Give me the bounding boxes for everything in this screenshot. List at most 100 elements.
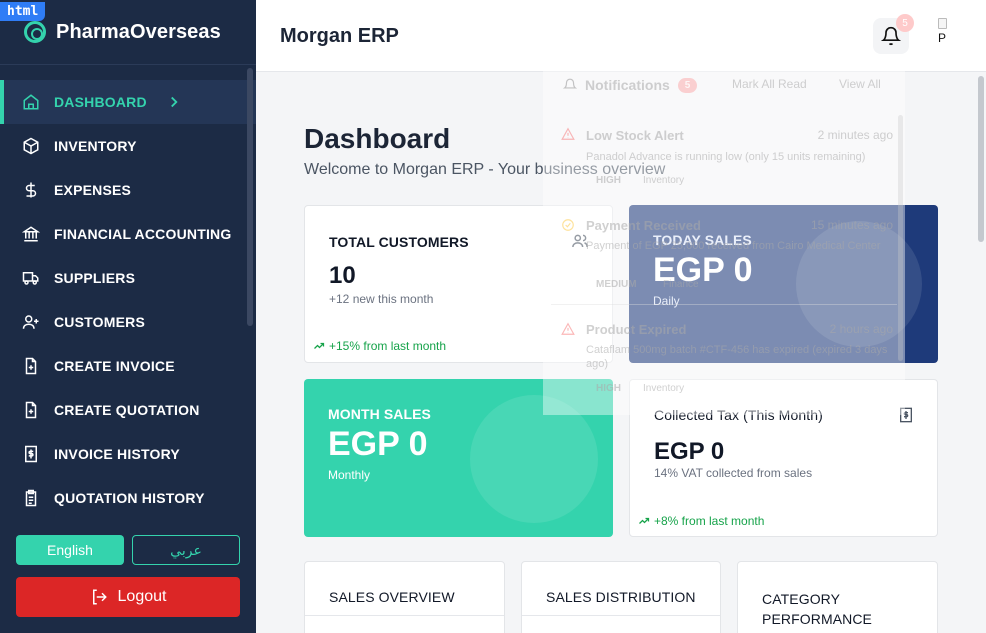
sidebar-scrollbar[interactable] — [247, 68, 253, 326]
logout-label: Logout — [117, 588, 167, 605]
notification-title: Product Expired — [586, 322, 687, 337]
sidebar-item-label: CREATE INVOICE — [54, 358, 175, 374]
card-label: TOTAL CUSTOMERS — [329, 234, 469, 250]
sidebar-item-label: CUSTOMERS — [54, 314, 145, 330]
sidebar-nav: DASHBOARD INVENTORY EXPENSES FINANCIAL A… — [0, 80, 256, 520]
user-plus-icon — [22, 315, 39, 329]
app-title: Morgan ERP — [280, 25, 399, 47]
file-plus-icon — [25, 357, 37, 375]
card-label: MONTH SALES — [328, 406, 431, 422]
card-subtext: 14% VAT collected from sales — [654, 466, 813, 480]
receipt-icon — [25, 445, 37, 463]
view-all-link[interactable]: View All — [839, 77, 881, 91]
notification-category: Inventory — [643, 175, 685, 186]
truck-icon — [22, 272, 39, 285]
notification-priority: HIGH — [596, 175, 621, 186]
avatar-alt-text: P — [938, 31, 947, 45]
notification-count-badge: 5 — [896, 14, 914, 32]
warning-icon — [561, 322, 575, 335]
card-subtext: +12 new this month — [329, 292, 434, 306]
logout-button[interactable]: Logout — [16, 577, 240, 617]
notifications-header: Notifications 5 — [563, 77, 698, 93]
notification-priority: HIGH — [596, 383, 621, 394]
sidebar-item-customers[interactable]: CUSTOMERS — [0, 300, 256, 344]
notification-message: Panadol Advance is running low (only 15 … — [586, 151, 866, 163]
sidebar-item-label: EXPENSES — [54, 182, 132, 198]
sidebar-item-label: FINANCIAL ACCOUNTING — [54, 226, 232, 242]
language-arabic-button[interactable]: عربي — [132, 535, 240, 565]
panel-title: CATEGORY PERFORMANCE — [762, 591, 872, 627]
trend: +8% from last month — [638, 514, 764, 528]
panel-title: SALES OVERVIEW — [329, 589, 455, 605]
sales-distribution-panel: SALES DISTRIBUTION — [521, 561, 721, 633]
box-icon — [23, 137, 39, 155]
sidebar-item-expenses[interactable]: EXPENSES — [0, 168, 256, 212]
chevron-right-icon — [170, 96, 178, 108]
notification-time: 2 minutes ago — [817, 128, 893, 142]
html-badge: html — [0, 2, 46, 21]
card-subtext: Monthly — [328, 468, 371, 482]
sidebar-item-label: INVENTORY — [54, 138, 137, 154]
bank-icon — [22, 226, 40, 242]
card-value: EGP 0 — [654, 438, 725, 465]
notification-category: Finance — [663, 279, 699, 290]
trending-up-icon — [314, 342, 325, 349]
sidebar-item-label: DASHBOARD — [54, 94, 147, 110]
notification-title: Payment Received — [586, 218, 701, 233]
notification-message: Cataflam 500mg batch #CTF-456 has expire… — [586, 344, 888, 370]
trend-text: +8% from last month — [654, 514, 765, 528]
card-value: EGP 0 — [328, 425, 428, 463]
broken-image-icon — [938, 18, 947, 29]
trending-up-icon — [639, 517, 650, 524]
check-circle-icon — [562, 219, 574, 231]
sidebar-item-inventory[interactable]: INVENTORY — [0, 124, 256, 168]
brand-logo-icon — [24, 21, 46, 43]
sidebar-item-quotation-history[interactable]: QUOTATION HISTORY — [0, 476, 256, 520]
sidebar-item-create-quotation[interactable]: CREATE QUOTATION — [0, 388, 256, 432]
clipboard-icon — [25, 489, 37, 507]
sidebar-item-invoice-history[interactable]: INVOICE HISTORY — [0, 432, 256, 476]
dollar-icon — [25, 182, 37, 198]
brand[interactable]: PharmaOverseas — [24, 18, 221, 46]
mark-all-read-link[interactable]: Mark All Read — [732, 77, 807, 91]
sidebar-item-financial-accounting[interactable]: FINANCIAL ACCOUNTING — [0, 212, 256, 256]
notification-item[interactable]: Product Expired 2 hours ago Cataflam 500… — [543, 320, 905, 400]
language-english-button[interactable]: English — [16, 535, 124, 565]
notification-item[interactable]: Low Stock Alert 2 minutes ago Panadol Ad… — [543, 125, 905, 195]
home-icon — [23, 94, 39, 110]
notification-item[interactable]: Payment Received 15 minutes ago Payment … — [543, 216, 905, 305]
notification-title: Low Stock Alert — [586, 128, 684, 143]
notification-message: Payment of EGP 25,000 received from Cair… — [586, 240, 881, 252]
card-value: 10 — [329, 262, 356, 289]
file-plus-icon — [25, 401, 37, 419]
notifications-title: Notifications — [585, 77, 670, 93]
sidebar-item-dashboard[interactable]: DASHBOARD — [0, 80, 256, 124]
sidebar-item-label: CREATE QUOTATION — [54, 402, 200, 418]
notifications-count-badge: 5 — [677, 77, 698, 93]
brand-name: PharmaOverseas — [56, 20, 221, 43]
sidebar: PharmaOverseas DASHBOARD INVENTORY EXPEN… — [0, 0, 256, 633]
main-scrollbar[interactable] — [978, 76, 984, 242]
sidebar-divider — [0, 64, 256, 65]
panel-divider — [305, 615, 504, 616]
language-switcher: English عربي — [16, 535, 240, 565]
sidebar-item-create-invoice[interactable]: CREATE INVOICE — [0, 344, 256, 388]
notification-category: Inventory — [643, 383, 685, 394]
panel-divider — [522, 615, 720, 616]
notifications-dropdown: Notifications 5 Mark All Read View All L… — [543, 55, 905, 415]
sidebar-item-suppliers[interactable]: SUPPLIERS — [0, 256, 256, 300]
logout-icon — [92, 589, 107, 605]
panel-title: SALES DISTRIBUTION — [546, 589, 696, 605]
notification-divider — [551, 304, 897, 305]
trend-text: +15% from last month — [329, 339, 447, 353]
sidebar-item-label: SUPPLIERS — [54, 270, 136, 286]
trend: +15% from last month — [313, 339, 446, 353]
notification-time: 2 hours ago — [829, 322, 893, 336]
sidebar-item-label: INVOICE HISTORY — [54, 446, 180, 462]
notification-time: 15 minutes ago — [810, 218, 893, 232]
sidebar-item-label: QUOTATION HISTORY — [54, 490, 205, 506]
page-title: Dashboard — [304, 123, 451, 154]
notifications-scrollbar[interactable] — [898, 115, 903, 361]
avatar[interactable]: P — [938, 18, 952, 48]
warning-icon — [561, 127, 575, 140]
